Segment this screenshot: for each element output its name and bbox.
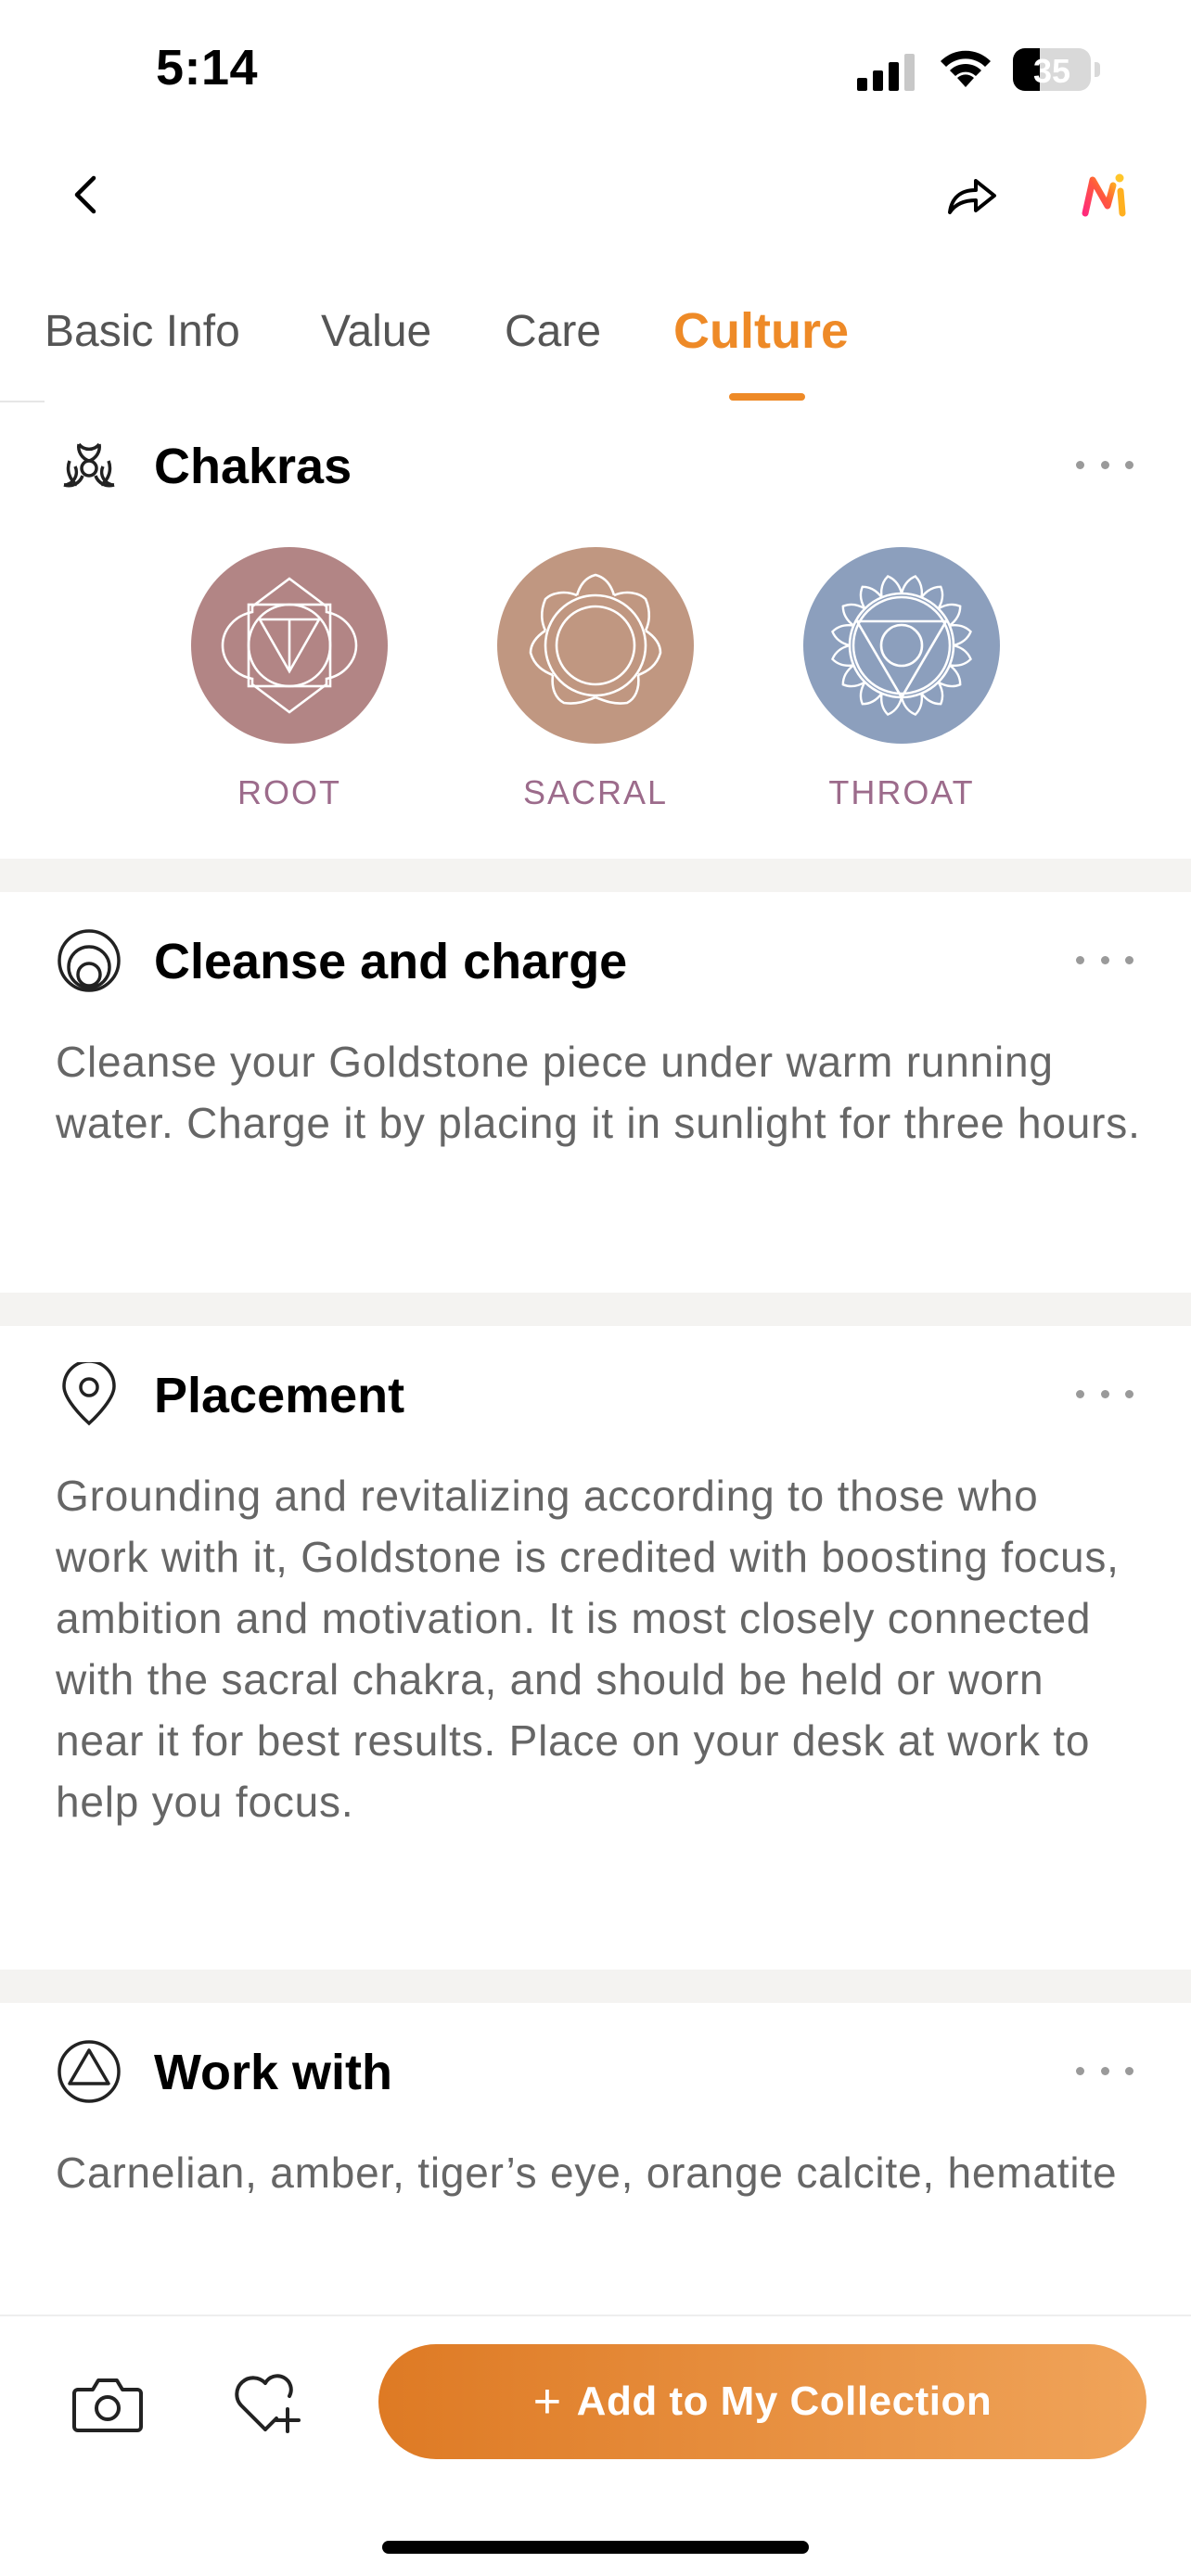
- status-time: 5:14: [156, 40, 259, 96]
- plus-icon: +: [532, 2375, 562, 2429]
- work-with-title: Work with: [154, 2045, 393, 2100]
- cellular-signal-icon: [857, 52, 918, 96]
- tab-divider: [0, 401, 45, 402]
- chakra-label-root: ROOT: [237, 773, 341, 811]
- biohazard-icon: [56, 432, 122, 499]
- cleanse-section: Cleanse and charge Cleanse your Goldston…: [0, 892, 1191, 1293]
- tab-value[interactable]: Value: [321, 306, 431, 357]
- back-button[interactable]: [58, 167, 113, 223]
- location-pin-icon: [56, 1361, 122, 1428]
- more-options-button[interactable]: [1076, 1380, 1133, 1408]
- app-logo-icon[interactable]: [1076, 165, 1135, 224]
- heart-plus-icon: [235, 2374, 301, 2433]
- wifi-icon: [937, 46, 994, 94]
- tab-culture[interactable]: Culture: [673, 302, 849, 360]
- add-to-collection-button[interactable]: + Add to My Collection: [378, 2344, 1146, 2459]
- cleanse-body: Cleanse your Goldstone piece under warm …: [56, 1038, 1141, 1147]
- chakra-sacral[interactable]: SACRAL: [497, 547, 694, 812]
- chakra-root[interactable]: ROOT: [191, 547, 388, 812]
- throat-chakra-icon: [803, 547, 1000, 744]
- camera-button[interactable]: [70, 2366, 145, 2441]
- triangle-circle-icon: [56, 2038, 122, 2105]
- home-indicator: [382, 2541, 809, 2554]
- work-with-body: Carnelian, amber, tiger’s eye, orange ca…: [56, 2149, 1118, 2197]
- share-button[interactable]: [942, 167, 1002, 223]
- cleanse-icon: [56, 927, 122, 994]
- chakras-title: Chakras: [154, 439, 352, 494]
- chevron-left-icon: [74, 175, 96, 214]
- more-options-button[interactable]: [1076, 451, 1133, 478]
- more-options-button[interactable]: [1076, 2057, 1133, 2085]
- tab-care[interactable]: Care: [505, 306, 601, 357]
- section-divider: [0, 1293, 1191, 1326]
- sacral-chakra-icon: [497, 547, 694, 744]
- placement-section: Placement Grounding and revitalizing acc…: [0, 1326, 1191, 1970]
- work-with-section: Work with Carnelian, amber, tiger’s eye,…: [0, 2003, 1191, 2315]
- chakra-label-throat: THROAT: [828, 773, 975, 811]
- tab-bar: Basic Info Value Care Culture: [0, 303, 1191, 399]
- add-to-collection-label: Add to My Collection: [576, 2378, 992, 2424]
- cleanse-title: Cleanse and charge: [154, 934, 628, 989]
- section-divider: [0, 1970, 1191, 2003]
- status-bar: 5:14 35: [0, 0, 1191, 139]
- favorite-button[interactable]: [230, 2365, 308, 2442]
- root-chakra-icon: [191, 547, 388, 744]
- section-divider: [0, 859, 1191, 892]
- placement-body: Grounding and revitalizing according to …: [56, 1472, 1120, 1826]
- share-icon: [948, 179, 996, 214]
- battery-level: 35: [1032, 52, 1071, 90]
- bottom-action-bar: + Add to My Collection: [0, 2315, 1191, 2576]
- chakra-label-sacral: SACRAL: [522, 773, 669, 811]
- camera-icon: [72, 2378, 143, 2432]
- tab-basic-info[interactable]: Basic Info: [45, 306, 240, 357]
- chakras-section: Chakras ROOT SACRAL THROAT: [0, 404, 1191, 859]
- tab-active-indicator: [729, 393, 805, 401]
- chakra-throat[interactable]: THROAT: [803, 547, 1000, 812]
- more-options-button[interactable]: [1076, 946, 1133, 974]
- placement-title: Placement: [154, 1368, 405, 1423]
- battery-icon: 35: [1013, 48, 1100, 91]
